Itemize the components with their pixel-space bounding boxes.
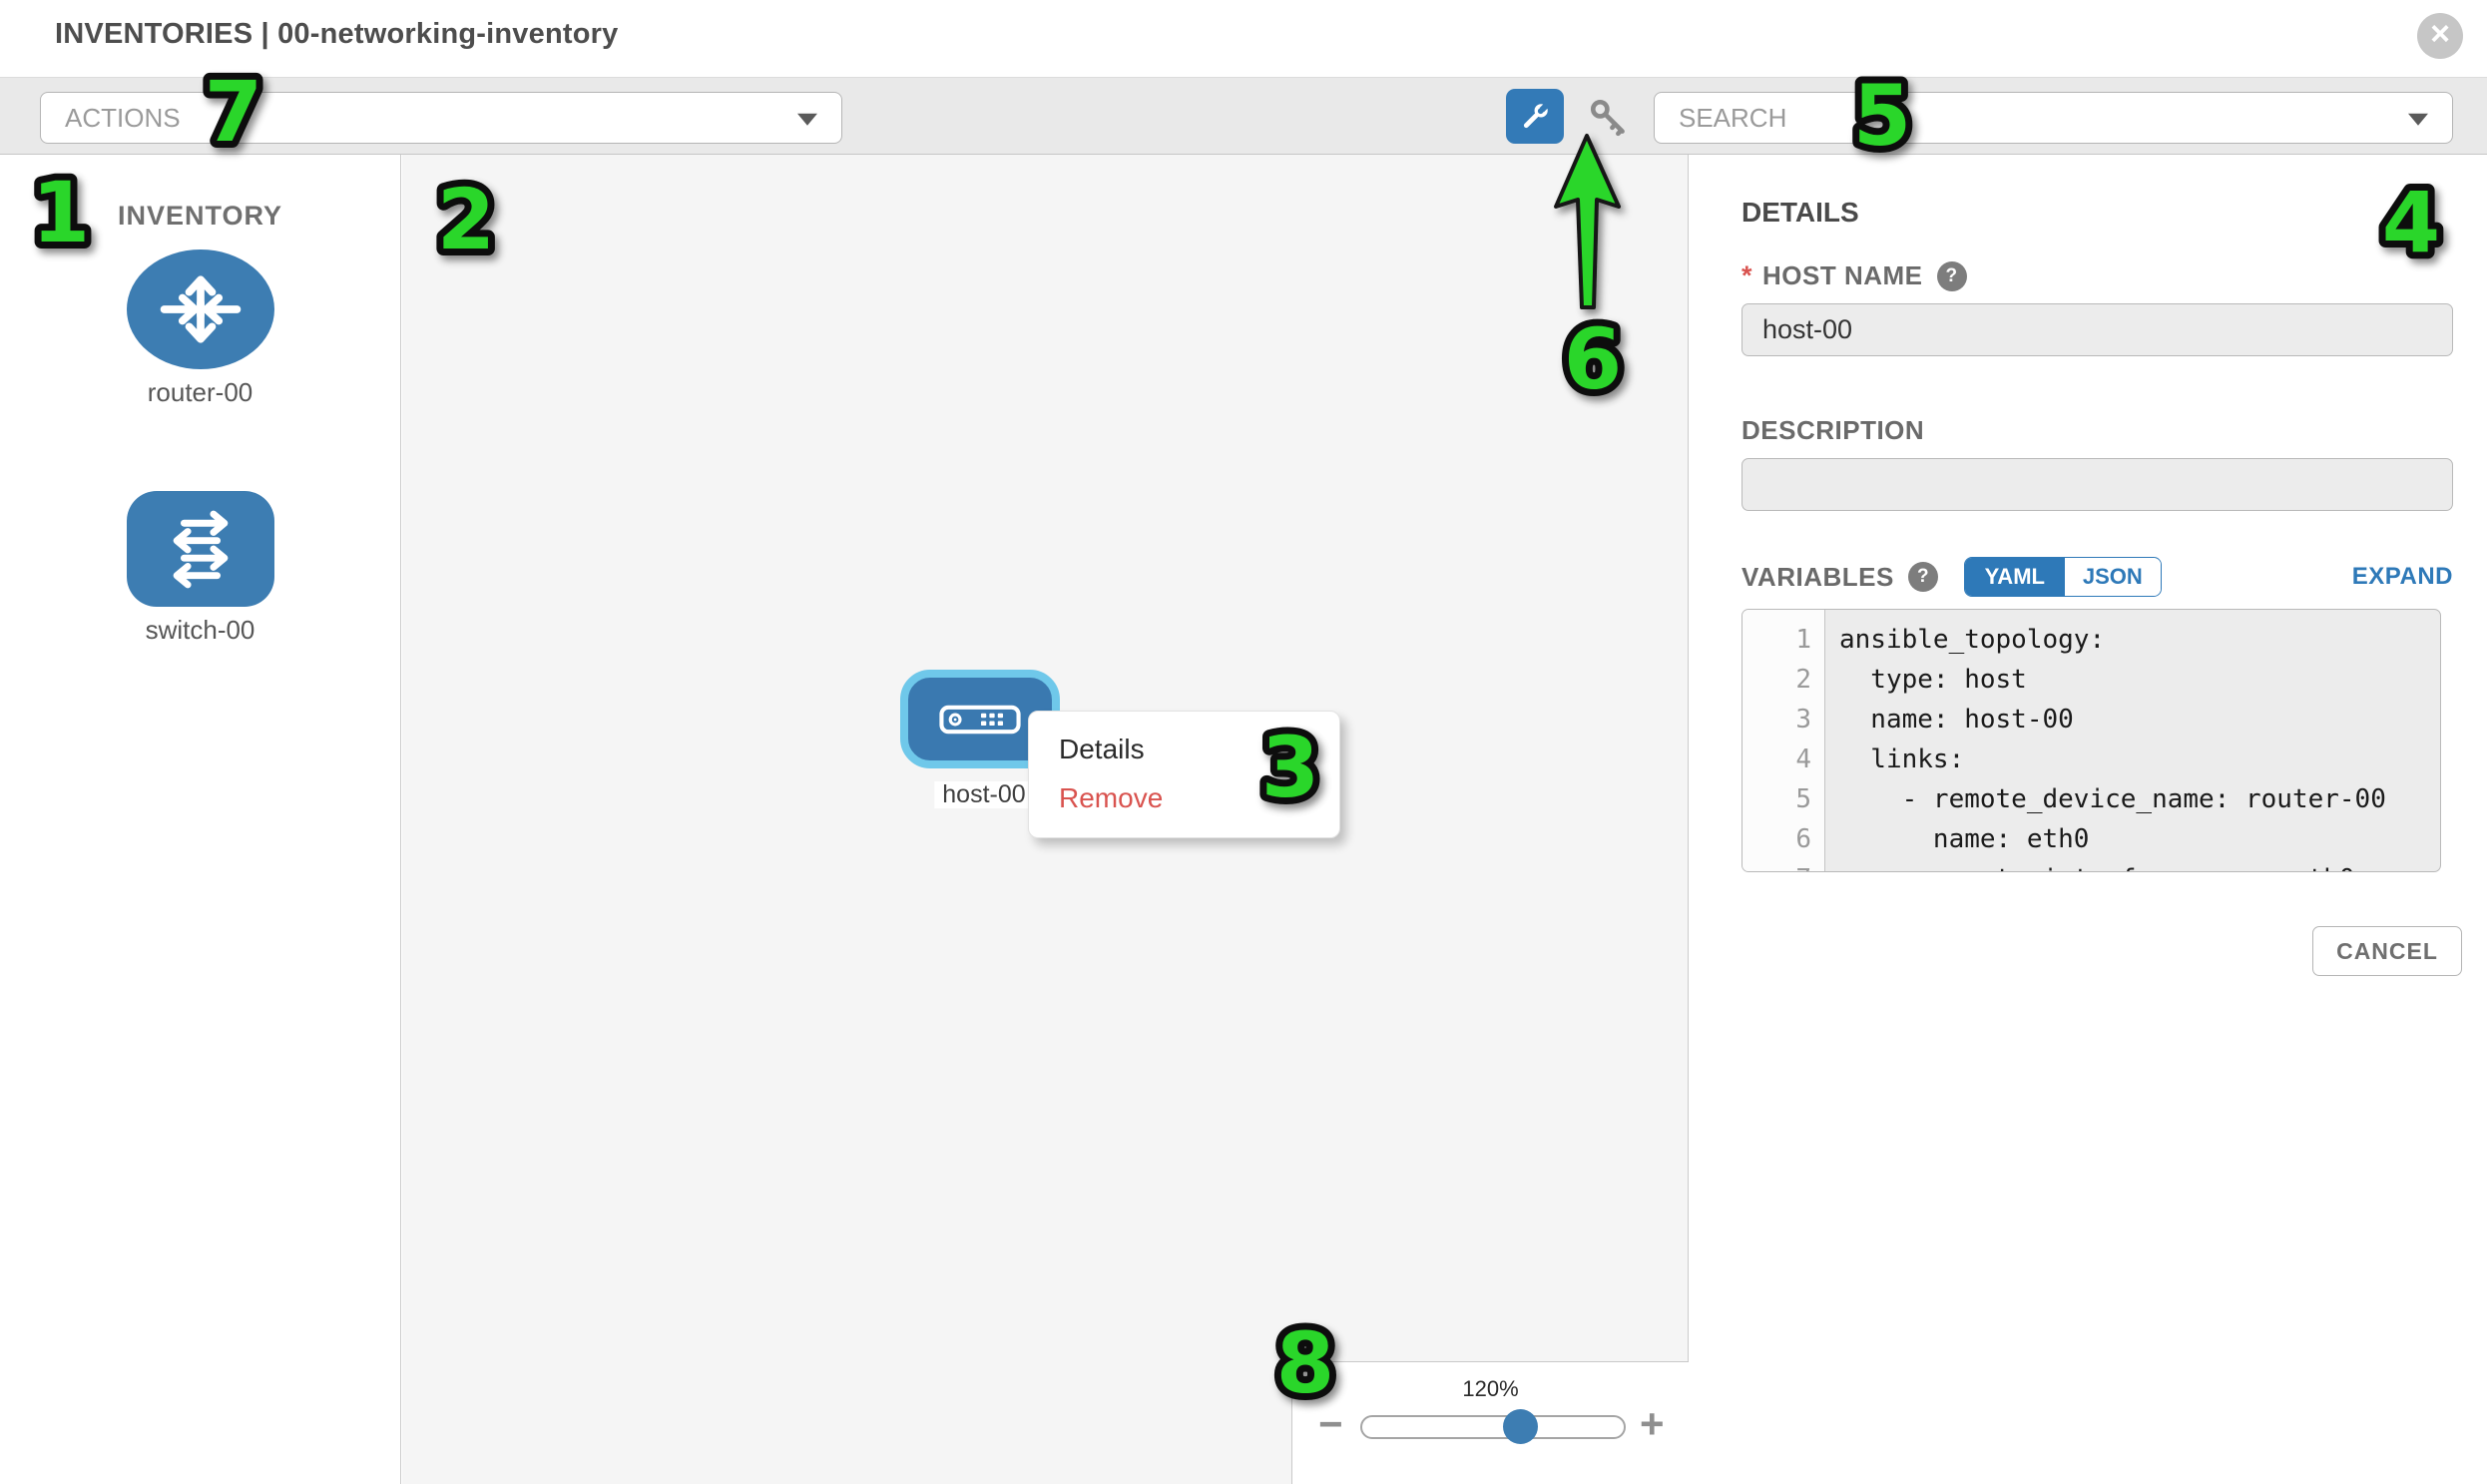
switch-icon [127, 491, 274, 607]
variables-format-toggle: YAML JSON [1964, 557, 2162, 597]
description-input[interactable] [1741, 458, 2453, 511]
code-line-numbers: 1 2 3 4 5 6 7 [1742, 610, 1825, 871]
zoom-level-label: 120% [1292, 1376, 1689, 1402]
host-node-label: host-00 [934, 781, 1033, 808]
code-editor-content[interactable]: ansible_topology: type: host name: host-… [1825, 610, 2440, 871]
variables-code-editor: 1 2 3 4 5 6 7 ansible_topology: type: ho… [1741, 609, 2441, 872]
zoom-slider-track[interactable] [1360, 1415, 1626, 1439]
help-icon[interactable]: ? [1908, 562, 1938, 592]
toolbar: ACTIONS [0, 77, 2487, 155]
description-label: DESCRIPTION [1741, 415, 1924, 446]
router-icon [127, 249, 274, 369]
code-line: name: eth0 [1839, 819, 2440, 859]
tab-yaml[interactable]: YAML [1965, 558, 2065, 596]
details-panel: DETAILS * HOST NAME ? DESCRIPTION VARIAB… [1690, 155, 2487, 1484]
description-label-row: DESCRIPTION [1741, 415, 1924, 446]
zoom-out-button[interactable]: − [1318, 1402, 1343, 1446]
search-dropdown[interactable]: SEARCH [1654, 92, 2453, 144]
cancel-button[interactable]: CANCEL [2312, 926, 2462, 976]
page-title: INVENTORIES | 00-networking-inventory [55, 18, 618, 51]
sidebar-item-router[interactable]: router-00 [0, 249, 400, 408]
variables-label: VARIABLES [1741, 562, 1894, 593]
toolbar-key-button[interactable] [1585, 94, 1631, 140]
close-icon: × [2430, 17, 2450, 51]
zoom-in-button[interactable]: + [1640, 1402, 1665, 1446]
search-placeholder: SEARCH [1679, 103, 1786, 134]
sidebar-item-switch[interactable]: switch-00 [0, 491, 400, 646]
code-line: links: [1839, 740, 2440, 779]
actions-dropdown[interactable]: ACTIONS [40, 92, 842, 144]
code-line: - remote_device_name: router-00 [1839, 779, 2440, 819]
code-line: ansible_topology: [1839, 620, 2440, 660]
inventory-sidebar-title: INVENTORY [0, 201, 400, 232]
wrench-icon [1517, 99, 1553, 135]
code-line: remote_interface_name: eth0 [1839, 859, 2440, 872]
details-panel-title: DETAILS [1741, 197, 1859, 229]
actions-dropdown-label: ACTIONS [65, 103, 181, 134]
host-name-input[interactable] [1741, 303, 2453, 356]
header: INVENTORIES | 00-networking-inventory × [0, 0, 2487, 77]
zoom-slider-thumb[interactable] [1503, 1409, 1538, 1444]
variables-row: VARIABLES ? YAML JSON EXPAND [1741, 555, 2453, 599]
host-name-label: HOST NAME [1762, 260, 1923, 291]
close-button[interactable]: × [2417, 13, 2463, 59]
code-line: type: host [1839, 660, 2440, 700]
minus-icon: − [1318, 1400, 1343, 1447]
host-name-label-row: * HOST NAME ? [1741, 260, 1967, 291]
sidebar-item-label: router-00 [148, 377, 253, 408]
code-line: name: host-00 [1839, 700, 2440, 740]
sidebar-item-label: switch-00 [146, 615, 255, 646]
plus-icon: + [1640, 1400, 1665, 1447]
context-menu-item-remove[interactable]: Remove [1029, 773, 1339, 822]
inventory-sidebar: INVENTORY router-00 [0, 155, 401, 1484]
topology-canvas[interactable]: host-00 Details Remove 120% − + [402, 155, 1689, 1484]
key-icon [1585, 94, 1631, 140]
node-context-menu: Details Remove [1028, 711, 1340, 838]
help-icon[interactable]: ? [1937, 261, 1967, 291]
zoom-control-panel: 120% − + [1291, 1361, 1689, 1484]
expand-link[interactable]: EXPAND [2352, 563, 2453, 591]
host-icon [939, 705, 1021, 735]
inventory-topology-app: INVENTORIES | 00-networking-inventory × … [0, 0, 2487, 1484]
tab-json[interactable]: JSON [2065, 558, 2161, 596]
context-menu-item-details[interactable]: Details [1029, 725, 1339, 773]
chevron-down-icon [2408, 114, 2428, 126]
required-asterisk: * [1741, 260, 1752, 291]
toolbar-tools-button[interactable] [1506, 89, 1564, 144]
chevron-down-icon [797, 114, 817, 126]
